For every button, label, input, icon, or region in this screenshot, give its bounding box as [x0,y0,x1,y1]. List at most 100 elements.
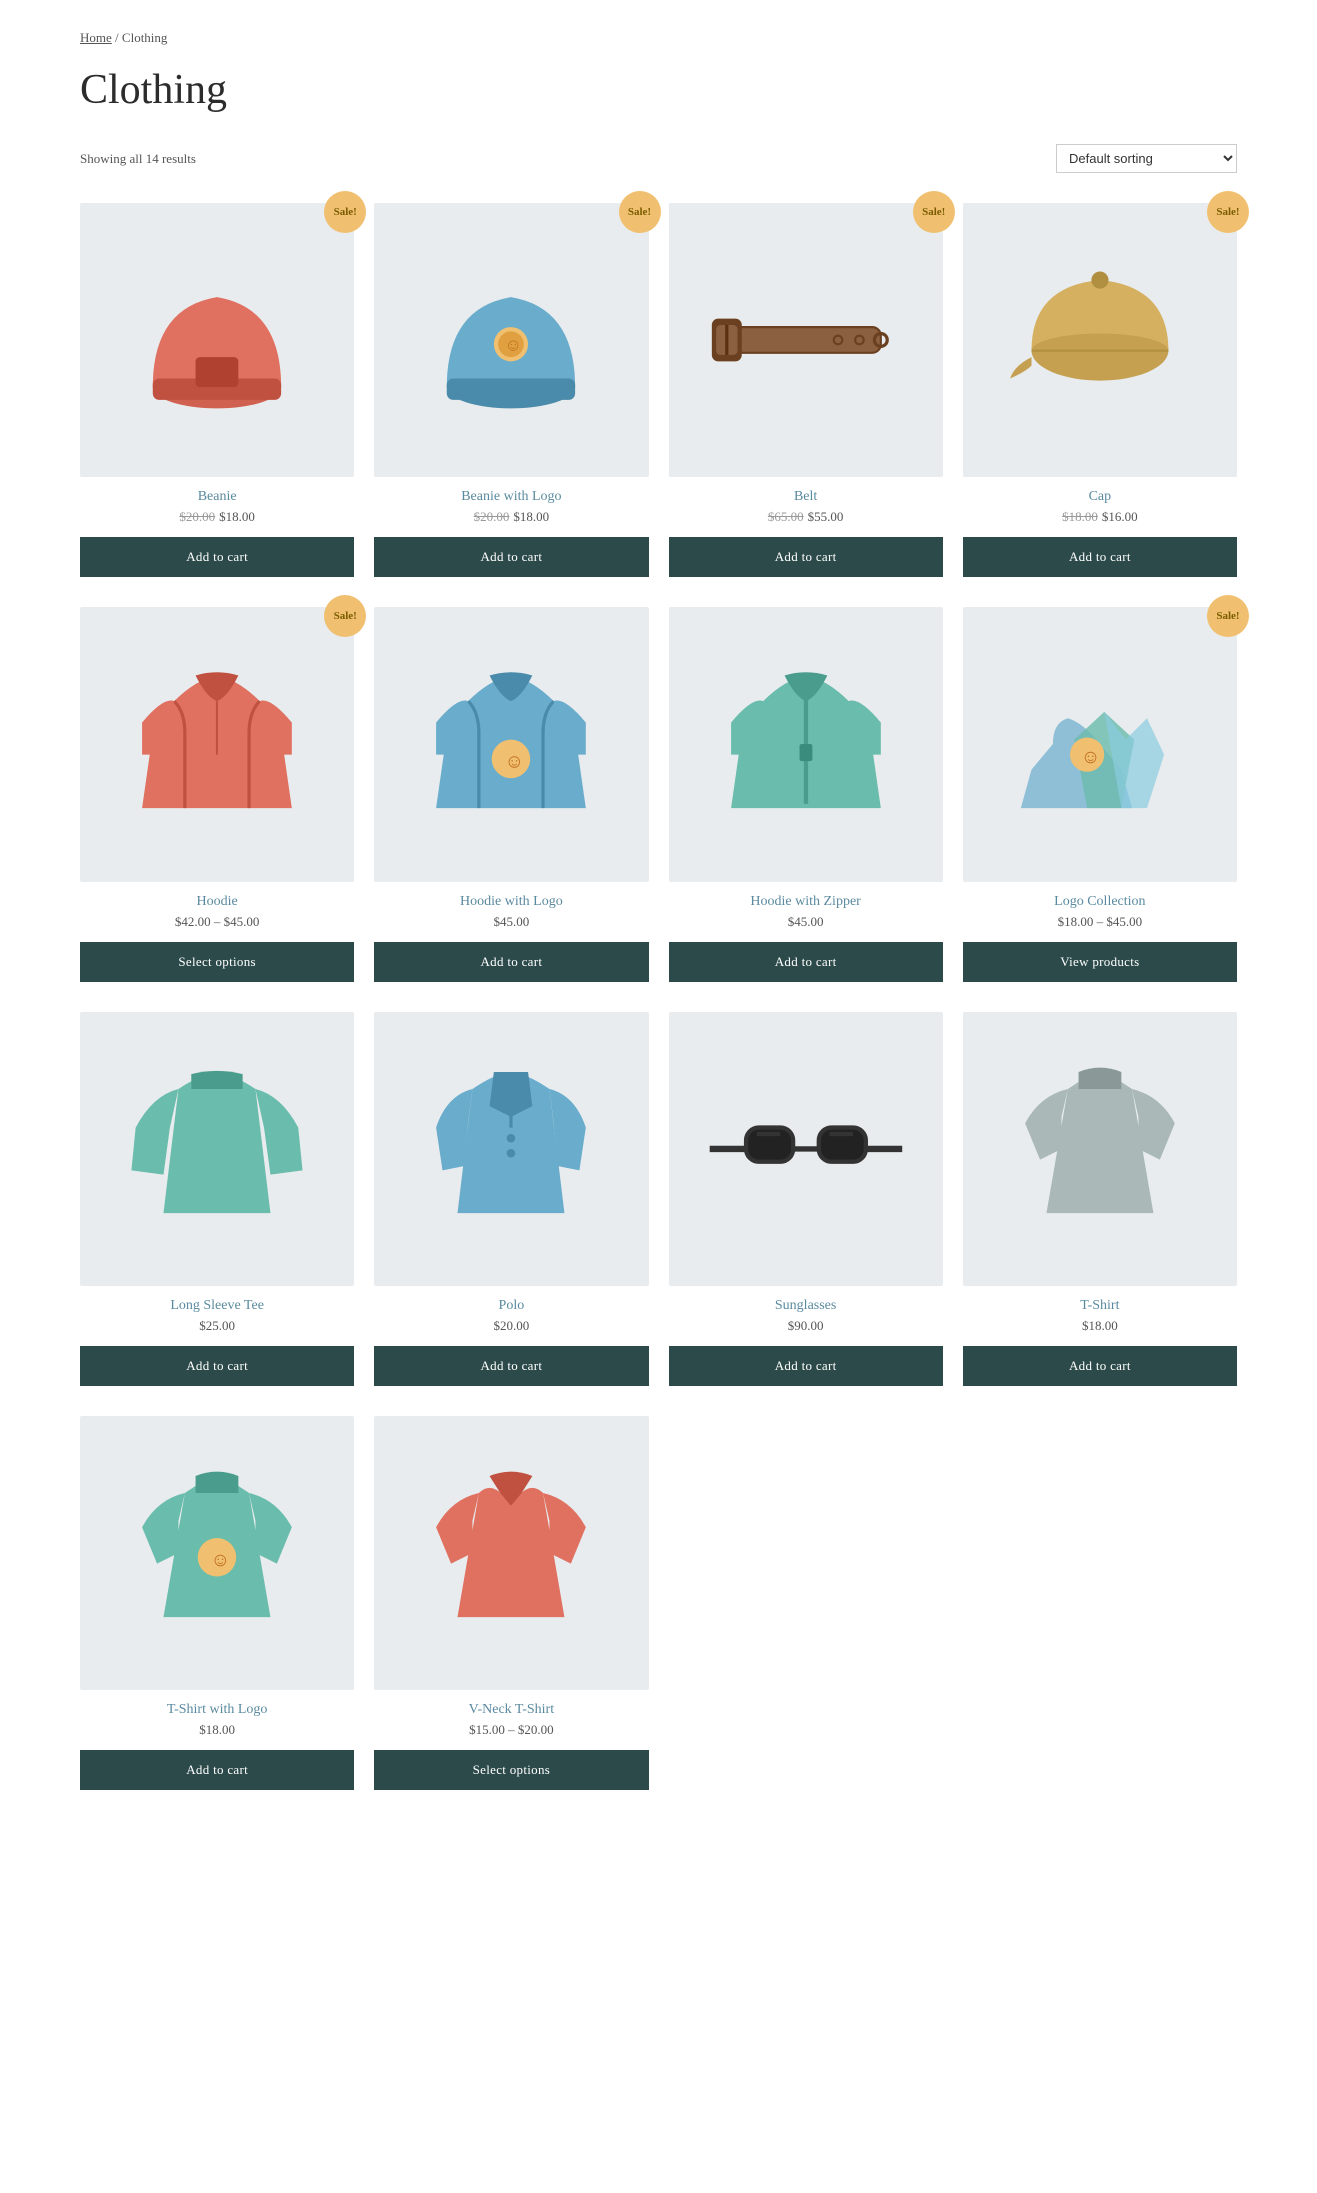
breadcrumb: Home / Clothing [80,0,1237,56]
product-price: $18.00$16.00 [1062,509,1138,525]
product-button-hoodie-with-zipper[interactable]: Add to cart [669,942,943,982]
product-illustration-t-shirt-with-logo [110,1446,324,1660]
price-single: $90.00 [788,1318,824,1333]
product-image-wrap: Sale! [963,203,1237,477]
price-range: $42.00 – $45.00 [175,914,260,929]
product-button-sunglasses[interactable]: Add to cart [669,1346,943,1386]
product-image-wrap [80,1416,354,1690]
product-card-polo: Polo $20.00 Add to cart [374,1012,648,1386]
product-name: Hoodie with Logo [460,894,563,910]
product-card-hoodie-with-zipper: Hoodie with Zipper $45.00 Add to cart [669,607,943,981]
product-price: $18.00 [199,1722,235,1738]
price-range: $15.00 – $20.00 [469,1722,554,1737]
product-illustration-sunglasses [699,1042,913,1256]
product-button-hoodie-with-logo[interactable]: Add to cart [374,942,648,982]
product-card-v-neck-t-shirt: V-Neck T-Shirt $15.00 – $20.00 Select op… [374,1416,648,1790]
product-image-wrap [669,607,943,881]
product-price: $20.00 [494,1318,530,1334]
product-image-wrap: Sale! [374,203,648,477]
product-illustration-cap [993,233,1207,447]
price-single: $18.00 [199,1722,235,1737]
product-card-t-shirt: T-Shirt $18.00 Add to cart [963,1012,1237,1386]
product-name: Beanie with Logo [461,489,561,505]
sale-badge: Sale! [619,191,661,233]
product-button-hoodie[interactable]: Select options [80,942,354,982]
product-illustration-belt [699,233,913,447]
product-price: $18.00 [1082,1318,1118,1334]
price-sale: $18.00 [219,509,255,524]
product-price: $20.00$18.00 [474,509,550,525]
product-card-cap: Sale! Cap $18.00$16.00 Add to cart [963,203,1237,577]
price-original: $18.00 [1062,509,1098,524]
product-button-beanie-with-logo[interactable]: Add to cart [374,537,648,577]
product-name: Logo Collection [1054,894,1145,910]
product-price: $45.00 [494,914,530,930]
price-single: $45.00 [494,914,530,929]
product-illustration-polo [404,1042,618,1256]
sale-badge: Sale! [1207,191,1249,233]
product-image-wrap [374,1416,648,1690]
results-count: Showing all 14 results [80,151,196,167]
product-button-logo-collection[interactable]: View products [963,942,1237,982]
product-name: Long Sleeve Tee [170,1298,264,1314]
product-price: $65.00$55.00 [768,509,844,525]
product-button-beanie[interactable]: Add to cart [80,537,354,577]
product-illustration-beanie-with-logo [404,233,618,447]
sale-badge: Sale! [1207,595,1249,637]
product-name: T-Shirt with Logo [167,1702,268,1718]
product-name: Cap [1089,489,1112,505]
price-sale: $18.00 [513,509,549,524]
product-button-polo[interactable]: Add to cart [374,1346,648,1386]
product-name: Belt [794,489,817,505]
product-illustration-t-shirt [993,1042,1207,1256]
product-name: Sunglasses [775,1298,836,1314]
product-image-wrap: Sale! [963,607,1237,881]
product-button-cap[interactable]: Add to cart [963,537,1237,577]
sale-badge: Sale! [324,191,366,233]
product-price: $15.00 – $20.00 [469,1722,554,1738]
product-button-long-sleeve-tee[interactable]: Add to cart [80,1346,354,1386]
toolbar: Showing all 14 results Default sorting S… [80,144,1237,173]
product-button-v-neck-t-shirt[interactable]: Select options [374,1750,648,1790]
product-illustration-v-neck-t-shirt [404,1446,618,1660]
product-price: $42.00 – $45.00 [175,914,260,930]
price-single: $18.00 [1082,1318,1118,1333]
product-card-long-sleeve-tee: Long Sleeve Tee $25.00 Add to cart [80,1012,354,1386]
breadcrumb-current: Clothing [122,30,168,45]
product-card-logo-collection: Sale! Logo Collection $18.00 – $45.00 Vi… [963,607,1237,981]
page-title: Clothing [80,66,1237,114]
product-illustration-beanie [110,233,324,447]
sale-badge: Sale! [913,191,955,233]
price-range: $18.00 – $45.00 [1058,914,1143,929]
product-card-sunglasses: Sunglasses $90.00 Add to cart [669,1012,943,1386]
product-illustration-hoodie [110,637,324,851]
product-button-t-shirt-with-logo[interactable]: Add to cart [80,1750,354,1790]
product-image-wrap [80,1012,354,1286]
price-single: $20.00 [494,1318,530,1333]
product-button-belt[interactable]: Add to cart [669,537,943,577]
product-card-t-shirt-with-logo: T-Shirt with Logo $18.00 Add to cart [80,1416,354,1790]
product-card-hoodie-with-logo: Hoodie with Logo $45.00 Add to cart [374,607,648,981]
price-original: $20.00 [179,509,215,524]
product-image-wrap: Sale! [80,203,354,477]
product-price: $45.00 [788,914,824,930]
product-price: $20.00 $18.00 [179,509,255,525]
product-image-wrap [669,1012,943,1286]
product-card-beanie: Sale! Beanie $20.00$18.00 Add to cart [80,203,354,577]
product-name: V-Neck T-Shirt [469,1702,554,1718]
sort-select[interactable]: Default sorting Sort by popularity Sort … [1056,144,1237,173]
breadcrumb-home-link[interactable]: Home [80,30,112,45]
product-illustration-hoodie-with-zipper [699,637,913,851]
product-image-wrap [374,607,648,881]
product-illustration-long-sleeve-tee [110,1042,324,1256]
product-name: Polo [499,1298,525,1314]
price-single: $25.00 [199,1318,235,1333]
product-button-t-shirt[interactable]: Add to cart [963,1346,1237,1386]
product-image-wrap: Sale! [80,607,354,881]
product-price: $25.00 [199,1318,235,1334]
product-price: $90.00 [788,1318,824,1334]
sale-badge: Sale! [324,595,366,637]
product-card-hoodie: Sale! Hoodie $42.00 – $45.00 Select opti… [80,607,354,981]
product-image-wrap [374,1012,648,1286]
product-price: $18.00 – $45.00 [1058,914,1143,930]
